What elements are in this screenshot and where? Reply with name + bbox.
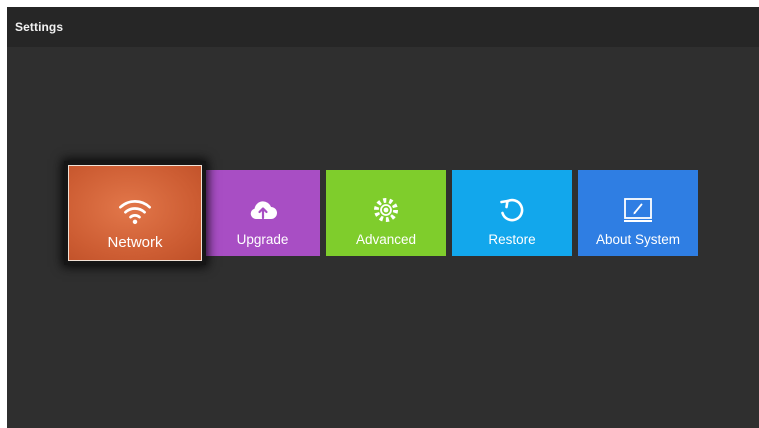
wifi-icon [119,200,151,225]
network-tile[interactable]: Network [68,165,202,261]
upgrade-tile[interactable]: Upgrade [205,170,320,256]
advanced-label: Advanced [355,232,417,247]
monitor-icon [624,198,652,222]
upgrade-label: Upgrade [236,232,289,247]
title-bar: Settings [7,7,759,47]
refresh-icon [500,198,524,222]
gear-icon [374,198,398,222]
restore-tile[interactable]: Restore [452,170,572,256]
cloud-upload-icon [250,201,277,220]
restore-label: Restore [488,232,536,247]
settings-screen: Settings Network Upgrade Advanced Restor… [7,7,759,428]
advanced-tile[interactable]: Advanced [326,170,446,256]
about-system-tile[interactable]: About System [578,170,698,256]
page-title: Settings [15,20,64,34]
network-label: Network [107,234,163,251]
about-system-label: About System [595,232,681,247]
